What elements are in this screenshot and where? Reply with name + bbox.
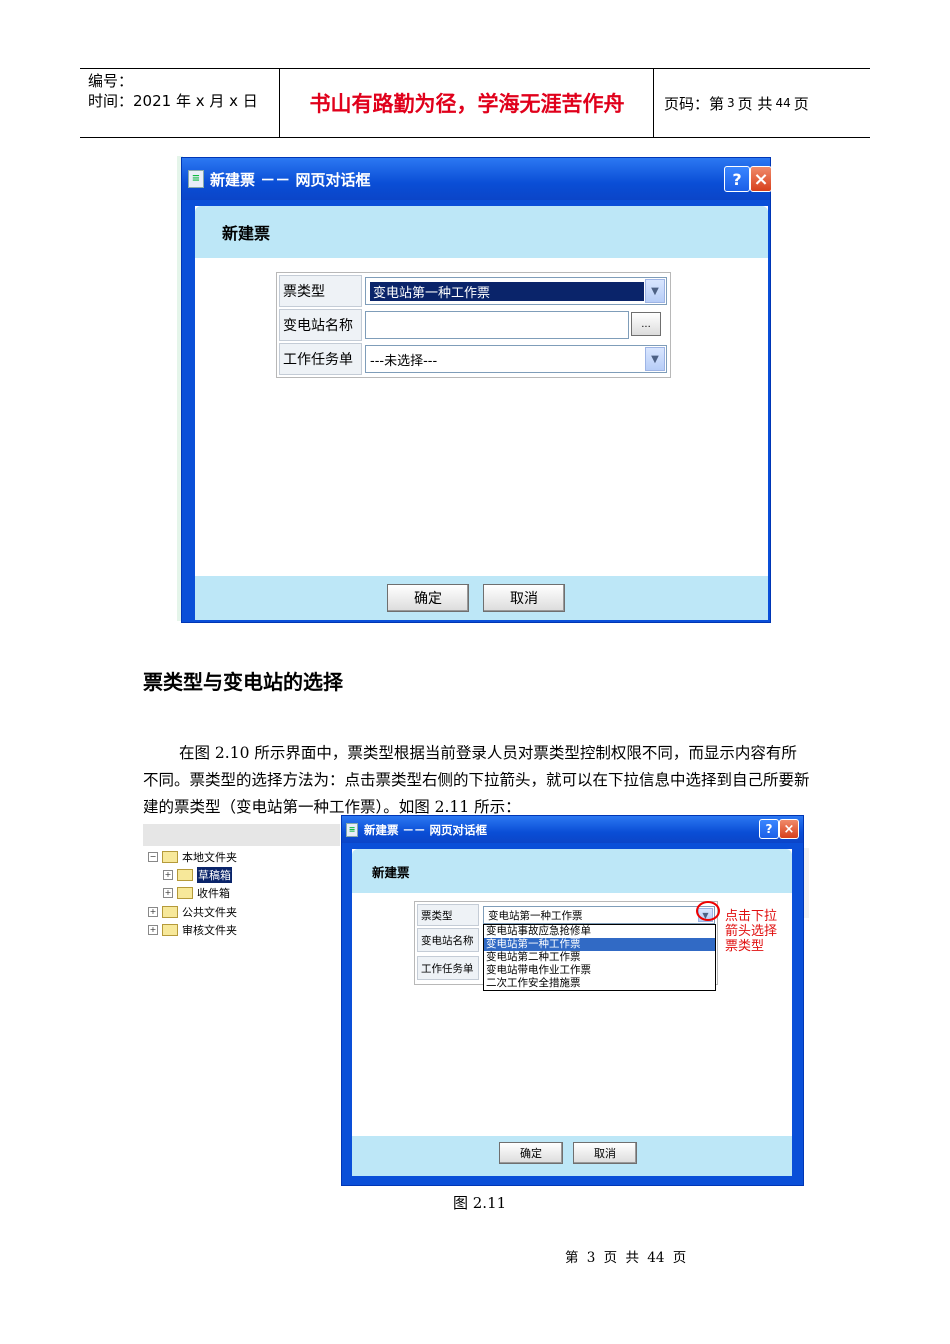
help-button[interactable]: ? (724, 166, 750, 192)
task-select[interactable]: ---未选择--- ▼ (365, 345, 667, 373)
tree-item-label: 审核文件夹 (182, 924, 237, 937)
form-row-task: 工作任务单 ---未选择--- ▼ (279, 343, 668, 375)
annotation-text: 点击下拉 箭头选择 票类型 (725, 909, 795, 954)
form-row-ticket-type: 票类型 变电站第一种工作票 ▼ (279, 275, 668, 307)
annotation-line: 箭头选择 (725, 924, 778, 939)
annotation-line: 票类型 (725, 939, 765, 954)
station-input[interactable] (365, 311, 629, 339)
header-page-info: 页码：第 3 页 共 44 页 (654, 69, 870, 137)
tree-item-label: 本地文件夹 (182, 851, 237, 864)
page-total: 44 (775, 96, 791, 110)
ticket-type-value: 变电站第一种工作票 (370, 281, 644, 301)
close-button[interactable]: × (779, 819, 799, 839)
ticket-form: 票类型 变电站第一种工作票 ▼ 变电站名称 ... 工作任务单 ---未选择--… (276, 272, 671, 378)
chevron-down-icon[interactable]: ▼ (645, 347, 665, 371)
ie-page-icon: ≡ (346, 822, 358, 837)
station-browse-button[interactable]: ... (631, 312, 661, 336)
page-number: 3 (727, 96, 735, 110)
page-mid: 页 共 (737, 94, 773, 113)
dialog-button-bar: 确定 取消 (195, 576, 768, 620)
ticket-type-label: 票类型 (417, 904, 479, 926)
help-button[interactable]: ? (759, 819, 779, 839)
tree-item-label: 公共文件夹 (182, 906, 237, 919)
form-row-station: 变电站名称 ... (279, 309, 668, 341)
task-label: 工作任务单 (417, 956, 479, 980)
form-row-ticket-type: 票类型 变电站第一种工作票 ▼ (417, 904, 715, 926)
panel-title: 新建票 (222, 224, 271, 243)
ticket-type-dropdown-list: 变电站事故应急抢修单 变电站第一种工作票 变电站第二种工作票 变电站带电作业工作… (483, 924, 716, 991)
tree-item-label: 收件箱 (197, 887, 230, 900)
tree-item-drafts[interactable]: + 草稿箱 (163, 867, 232, 883)
ok-button[interactable]: 确定 (499, 1142, 563, 1164)
tree-toolbar (143, 824, 340, 846)
collapse-icon[interactable]: − (148, 852, 158, 862)
folder-icon (177, 869, 193, 881)
close-button[interactable]: × (750, 166, 772, 192)
dropdown-option[interactable]: 变电站事故应急抢修单 (484, 925, 715, 938)
new-ticket-dialog-1: ≡ 新建票 －－ 网页对话框 ? × 新建票 票类型 变电站第一种工作票 ▼ 变… (181, 157, 772, 623)
highlight-circle (696, 901, 720, 921)
dialog-title: 新建票 －－ 网页对话框 (364, 822, 488, 837)
folder-icon (177, 887, 193, 899)
tree-item-review-folder[interactable]: + 审核文件夹 (148, 922, 237, 938)
new-ticket-dialog-2: ≡ 新建票 －－ 网页对话框 ? × 新建票 票类型 变电站第一种工作票 ▼ 变… (341, 815, 804, 1186)
dialog-client-area: 新建票 票类型 变电站第一种工作票 ▼ 变电站名称 ... 工作任务单 ---未… (195, 206, 768, 620)
station-label: 变电站名称 (417, 928, 479, 952)
ticket-type-select[interactable]: 变电站第一种工作票 ▼ (365, 277, 667, 305)
page-suffix: 页 (793, 94, 809, 113)
section-heading: 票类型与变电站的选择 (143, 670, 343, 694)
dropdown-option[interactable]: 变电站第二种工作票 (484, 951, 715, 964)
dropdown-option-selected[interactable]: 变电站第一种工作票 (484, 938, 715, 951)
header-motto: 书山有路勤为径，学海无涯苦作舟 (281, 69, 654, 137)
task-value: ---未选择--- (370, 353, 438, 369)
tree-item-label: 草稿箱 (197, 867, 232, 883)
ticket-type-value: 变电站第一种工作票 (488, 909, 583, 922)
expand-icon[interactable]: + (163, 870, 173, 880)
dialog-panel-header: 新建票 (352, 849, 792, 893)
header-meta: 编号： 时间：2021 年 x 月 x 日 (80, 69, 280, 137)
figure-caption: 图 2.11 (453, 1194, 507, 1212)
page-prefix: 页码：第 (664, 94, 725, 113)
expand-icon[interactable]: + (163, 888, 173, 898)
station-label: 变电站名称 (279, 309, 362, 341)
cancel-button[interactable]: 取消 (573, 1142, 637, 1164)
folder-tree-panel: − 本地文件夹 + 草稿箱 + 收件箱 + 公共文件夹 + 审核文件夹 (143, 824, 340, 1184)
expand-icon[interactable]: + (148, 907, 158, 917)
annotation-line: 点击下拉 (725, 909, 778, 924)
dialog-panel-header: 新建票 (195, 206, 768, 258)
cancel-button[interactable]: 取消 (483, 584, 565, 612)
body-paragraph: 在图 2.10 所示界面中，票类型根据当前登录人员对票类型控制权限不同，而显示内… (143, 744, 810, 816)
task-label: 工作任务单 (279, 343, 362, 375)
ticket-type-label: 票类型 (279, 275, 362, 307)
tree-item-local-folder[interactable]: − 本地文件夹 (148, 849, 237, 865)
document-date: 时间：2021 年 x 月 x 日 (88, 92, 258, 110)
page-footer: 第 3 页 共 44 页 (565, 1250, 687, 1266)
expand-icon[interactable]: + (148, 925, 158, 935)
document-number-label: 编号： (88, 72, 134, 90)
ok-button[interactable]: 确定 (387, 584, 469, 612)
chevron-down-icon[interactable]: ▼ (645, 279, 665, 303)
ticket-type-select[interactable]: 变电站第一种工作票 ▼ (483, 906, 715, 924)
dialog-titlebar[interactable]: ≡ 新建票 －－ 网页对话框 (342, 816, 803, 843)
ie-page-icon: ≡ (188, 170, 204, 188)
tree-item-public-folder[interactable]: + 公共文件夹 (148, 904, 237, 920)
folder-icon (162, 924, 178, 936)
page-header: 编号： 时间：2021 年 x 月 x 日 书山有路勤为径，学海无涯苦作舟 页码… (80, 68, 870, 138)
panel-title: 新建票 (372, 864, 410, 880)
folder-icon (162, 851, 178, 863)
dialog-button-bar: 确定 取消 (352, 1136, 792, 1176)
dialog-client-area: 新建票 票类型 变电站第一种工作票 ▼ 变电站名称 工作任务单 变电站事故应急抢… (352, 849, 792, 1176)
tree-item-inbox[interactable]: + 收件箱 (163, 885, 230, 901)
dialog-title: 新建票 －－ 网页对话框 (210, 170, 371, 189)
dropdown-option[interactable]: 二次工作安全措施票 (484, 977, 715, 990)
folder-icon (162, 906, 178, 918)
dropdown-option[interactable]: 变电站带电作业工作票 (484, 964, 715, 977)
dialog-titlebar[interactable]: ≡ 新建票 －－ 网页对话框 (182, 158, 770, 200)
